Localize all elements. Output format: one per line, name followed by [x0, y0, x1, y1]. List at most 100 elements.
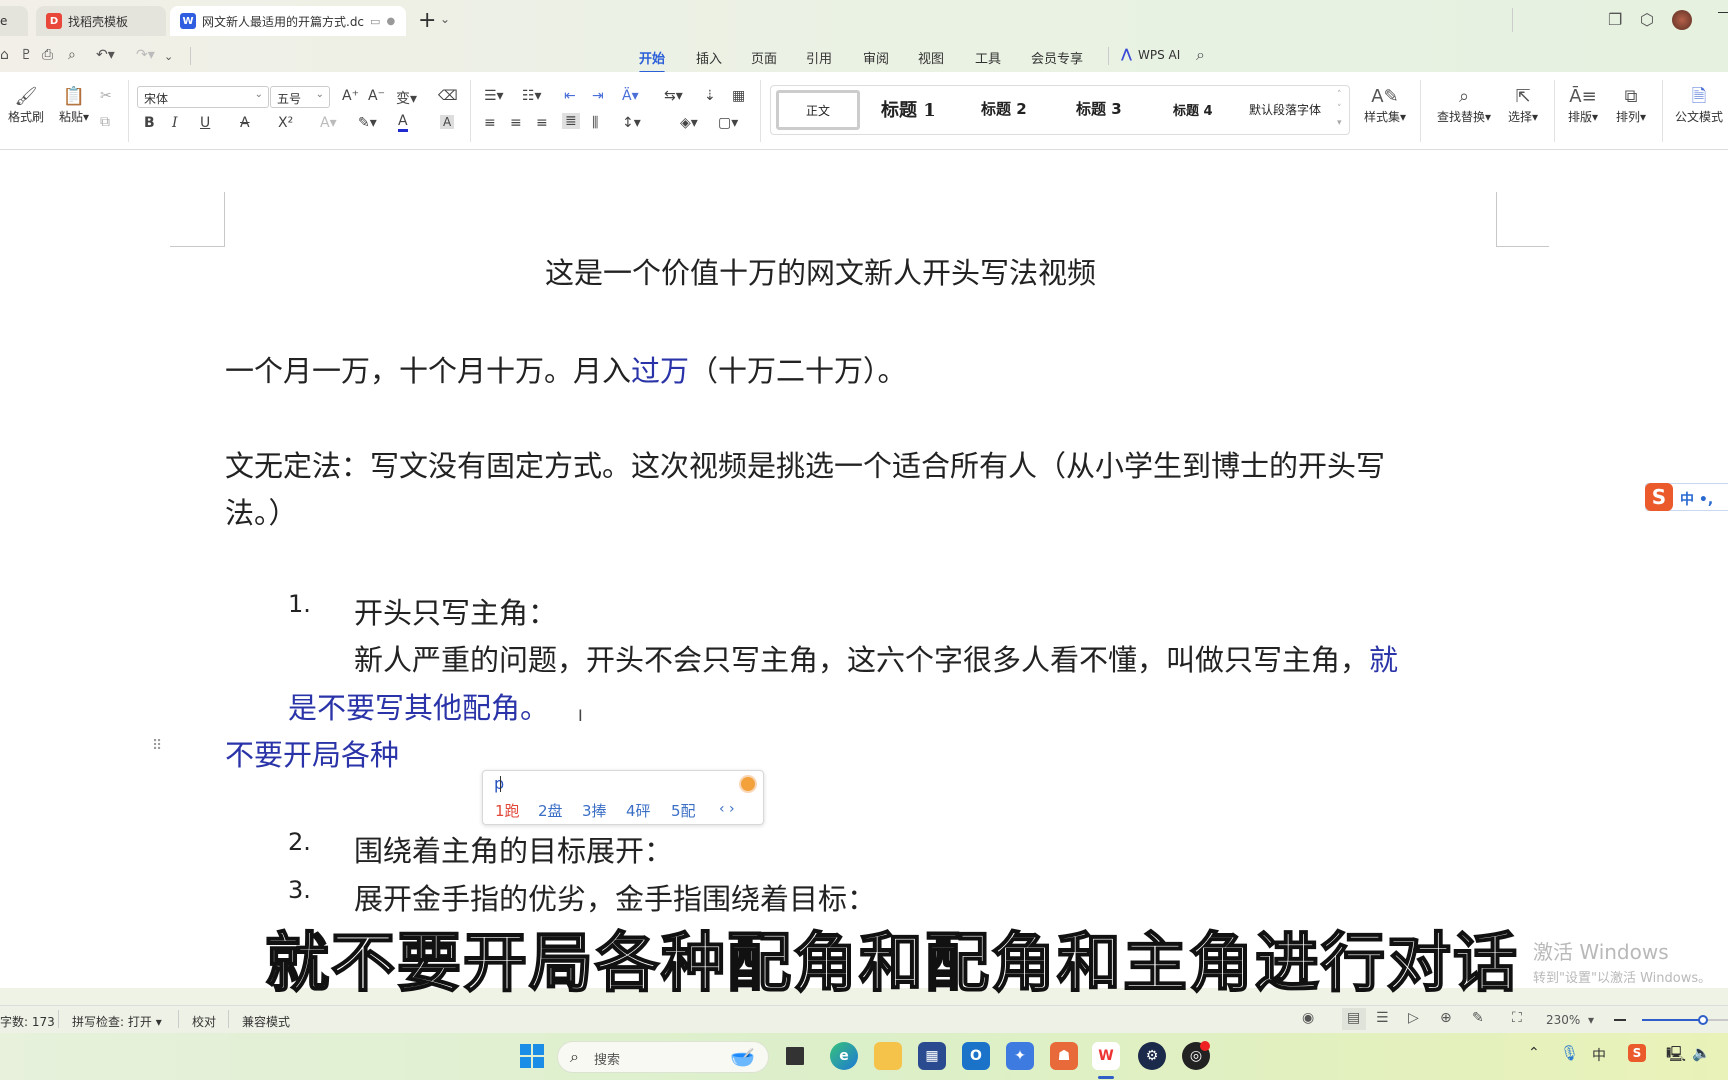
- sogou-tray-icon[interactable]: S: [1628, 1044, 1646, 1062]
- decrease-indent-icon[interactable]: ⇤: [564, 88, 576, 104]
- ime-candidate-1[interactable]: 1跑: [495, 800, 520, 821]
- print-icon[interactable]: ⎙: [42, 47, 53, 63]
- distribute-icon[interactable]: ⫼: [592, 115, 598, 131]
- volume-icon[interactable]: 🔈: [1692, 1044, 1711, 1062]
- tab-prev[interactable]: e: [0, 6, 28, 36]
- line-spacing-icon[interactable]: ↕▾: [622, 115, 641, 131]
- text-effect-icon[interactable]: A▾: [320, 115, 337, 131]
- zoom-slider-thumb[interactable]: [1697, 1015, 1708, 1025]
- tab-docer[interactable]: D 找稻壳模板: [36, 6, 166, 36]
- text-direction-icon[interactable]: ⇆▾: [664, 88, 683, 104]
- web-view-icon[interactable]: ⊕: [1440, 1010, 1452, 1026]
- redo-icon[interactable]: ↷▾: [136, 47, 155, 63]
- italic-button[interactable]: I: [172, 115, 178, 131]
- wps-ai-button[interactable]: WPS AI: [1138, 48, 1180, 62]
- borders-icon[interactable]: ▢▾: [718, 115, 738, 131]
- ime-candidate-3[interactable]: 3捧: [582, 800, 607, 821]
- official-mode-button[interactable]: 🗎 公文模式: [1670, 86, 1728, 125]
- style-heading2[interactable]: 标题 2: [981, 98, 1027, 119]
- ime-page-nav[interactable]: ‹ ›: [719, 801, 735, 817]
- shrink-font-icon[interactable]: A⁻: [368, 88, 385, 104]
- style-normal[interactable]: 正文: [776, 90, 860, 130]
- feishu-icon[interactable]: ✦: [1006, 1042, 1034, 1070]
- outline-view-icon[interactable]: ☰: [1376, 1010, 1389, 1026]
- increase-indent-icon[interactable]: ⇥: [592, 88, 604, 104]
- taskbar-search[interactable]: ⌕ 搜索 🥣: [557, 1041, 769, 1073]
- file-explorer-icon[interactable]: [874, 1042, 902, 1070]
- microphone-icon[interactable]: 🎙: [1560, 1044, 1579, 1062]
- zoom-slider[interactable]: [1642, 1015, 1728, 1025]
- outlook-icon[interactable]: O: [962, 1042, 990, 1070]
- font-name-select[interactable]: 宋体 ⌄: [137, 86, 269, 108]
- menu-tab-view[interactable]: 视图: [918, 48, 944, 67]
- ime-skin-icon[interactable]: [739, 775, 757, 793]
- zoom-level[interactable]: 230%: [1546, 1013, 1580, 1027]
- menu-tab-member[interactable]: 会员专享: [1031, 48, 1083, 67]
- store-icon[interactable]: ▦: [918, 1042, 946, 1070]
- align-left-icon[interactable]: ≡: [484, 115, 496, 131]
- strikethrough-button[interactable]: A: [240, 115, 250, 131]
- char-shading-icon[interactable]: A: [440, 115, 455, 129]
- page-view-icon[interactable]: ▤: [1347, 1010, 1360, 1026]
- menu-tab-home[interactable]: 开始: [639, 48, 666, 74]
- font-size-select[interactable]: 五号 ⌄: [270, 86, 330, 108]
- play-icon[interactable]: ▷: [1408, 1010, 1419, 1026]
- arrange-button[interactable]: ⧉ 排列▾: [1610, 86, 1652, 125]
- ime-candidate-2[interactable]: 2盘: [538, 800, 563, 821]
- shading-icon[interactable]: ◈▾: [680, 115, 698, 131]
- grow-font-icon[interactable]: A⁺: [342, 88, 359, 104]
- layout-button[interactable]: Ā≡ 排版▾: [1562, 86, 1604, 125]
- unsaved-dot-icon[interactable]: ●: [386, 16, 395, 27]
- avatar[interactable]: [1672, 10, 1692, 30]
- ime-mode-indicator[interactable]: 中 •,: [1680, 489, 1713, 509]
- tray-chevron-up-icon[interactable]: ⌃: [1528, 1045, 1540, 1061]
- gallery-scroll[interactable]: ˄ ˅ ▾: [1337, 88, 1342, 130]
- format-painter-button[interactable]: 🖌 格式刷: [4, 86, 48, 125]
- ime-candidate-5[interactable]: 5配: [671, 800, 696, 821]
- drag-handle-icon[interactable]: ⠿: [152, 738, 162, 754]
- fit-page-icon[interactable]: ⛶: [1512, 1010, 1522, 1026]
- tab-menu-chevron-icon[interactable]: ⌄: [440, 12, 450, 26]
- wps-taskbar-icon[interactable]: W: [1092, 1042, 1120, 1070]
- bold-button[interactable]: B: [144, 115, 155, 131]
- monitor-icon[interactable]: ▭: [370, 15, 380, 28]
- copy-icon[interactable]: ⧉: [100, 114, 110, 130]
- justify-icon[interactable]: ≣: [562, 113, 580, 129]
- undo-icon[interactable]: ↶▾: [96, 47, 115, 63]
- find-replace-button[interactable]: ⌕ 查找替换▾: [1432, 86, 1496, 125]
- numbered-list-icon[interactable]: ☷▾: [522, 88, 542, 104]
- pen-icon[interactable]: ✎: [1472, 1010, 1484, 1026]
- word-count[interactable]: 字数: 173: [0, 1013, 55, 1030]
- char-spacing-icon[interactable]: Ä▾: [622, 88, 639, 104]
- phonetic-icon[interactable]: 变▾: [396, 88, 417, 108]
- style-set-button[interactable]: A✎ 样式集▾: [1358, 86, 1412, 125]
- clear-format-icon[interactable]: ⌫: [438, 88, 458, 104]
- more-chevron-icon[interactable]: ⌄: [164, 50, 173, 63]
- menu-tab-tools[interactable]: 工具: [975, 48, 1001, 67]
- bullet-list-icon[interactable]: ☰▾: [484, 88, 504, 104]
- ime-floating-toolbar[interactable]: S 中 •,: [1645, 483, 1728, 511]
- search-icon[interactable]: ⌕: [1196, 45, 1205, 65]
- eye-protection-icon[interactable]: ◉: [1302, 1010, 1314, 1026]
- select-button[interactable]: ⇱ 选择▾: [1502, 86, 1544, 125]
- cube-icon[interactable]: ⬡: [1640, 10, 1654, 29]
- style-heading3[interactable]: 标题 3: [1076, 98, 1122, 119]
- print-preview-icon[interactable]: ⌕: [68, 47, 76, 63]
- new-tab-button[interactable]: +: [418, 8, 436, 33]
- steam-icon[interactable]: ⚙: [1138, 1042, 1166, 1070]
- underline-button[interactable]: U: [200, 115, 210, 131]
- font-color-icon[interactable]: A: [398, 113, 408, 132]
- zoom-dropdown-icon[interactable]: ▾: [1588, 1013, 1594, 1027]
- superscript-button[interactable]: X²: [278, 115, 293, 131]
- menu-tab-page[interactable]: 页面: [751, 48, 777, 67]
- share-icon[interactable]: ♇: [20, 47, 33, 63]
- app-orange-icon[interactable]: ☗: [1050, 1042, 1078, 1070]
- start-button[interactable]: [518, 1042, 546, 1070]
- tab-document[interactable]: W 网文新人最适用的开篇方式.dc ▭ ●: [170, 6, 406, 36]
- window-mode-icon[interactable]: ❐: [1608, 10, 1622, 29]
- menu-tab-references[interactable]: 引用: [806, 48, 832, 67]
- ime-tray-icon[interactable]: 中: [1592, 1045, 1606, 1065]
- home-icon[interactable]: ⌂: [0, 47, 9, 63]
- sort-icon[interactable]: ⇣: [704, 88, 716, 104]
- minimize-button[interactable]: [1718, 12, 1728, 13]
